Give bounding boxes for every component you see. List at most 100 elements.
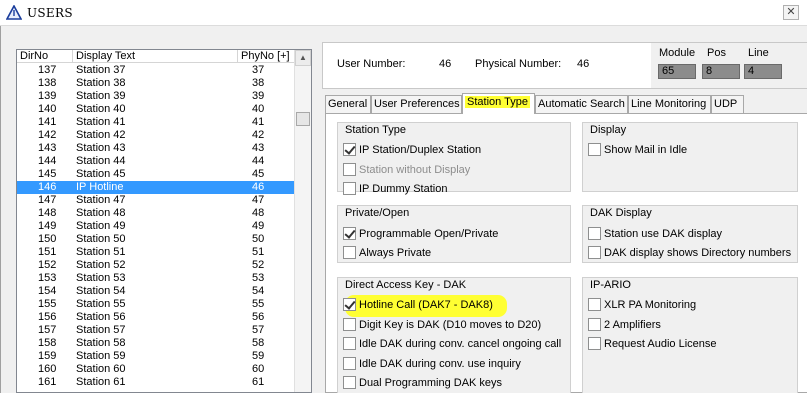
cell-display-text: Station 59 bbox=[76, 350, 126, 362]
column-header-display-text[interactable]: Display Text bbox=[73, 50, 238, 63]
close-icon[interactable]: ✕ bbox=[783, 5, 799, 20]
checkbox[interactable] bbox=[588, 298, 601, 311]
cell-dirno: 141 bbox=[38, 116, 57, 128]
option-ip-station-duplex[interactable]: IP Station/Duplex Station bbox=[343, 143, 481, 157]
checkbox[interactable] bbox=[588, 318, 601, 331]
cell-phyno: 37 bbox=[252, 64, 265, 76]
physical-number-value: 46 bbox=[577, 58, 590, 70]
option-request-audio-license[interactable]: Request Audio License bbox=[588, 337, 717, 351]
table-row[interactable]: 143 Station 43 43 bbox=[17, 142, 295, 155]
table-row[interactable]: 154 Station 54 54 bbox=[17, 285, 295, 298]
cell-phyno: 52 bbox=[252, 259, 265, 271]
table-row[interactable]: 138 Station 38 38 bbox=[17, 77, 295, 90]
tab-line-monitoring[interactable]: Line Monitoring bbox=[628, 95, 711, 113]
option-dual-programming-dak[interactable]: Dual Programming DAK keys bbox=[343, 376, 502, 390]
table-row[interactable]: 151 Station 51 51 bbox=[17, 246, 295, 259]
user-number-value: 46 bbox=[439, 58, 452, 70]
option-hotline-call[interactable]: Hotline Call (DAK7 - DAK8) bbox=[343, 295, 507, 317]
line-label: Line bbox=[748, 47, 769, 59]
cell-display-text: Station 51 bbox=[76, 246, 126, 258]
column-header-phyno[interactable]: PhyNo [+] bbox=[238, 50, 295, 63]
cell-dirno: 143 bbox=[38, 142, 57, 154]
table-row[interactable]: 157 Station 57 57 bbox=[17, 324, 295, 337]
scroll-up-icon[interactable]: ▲ bbox=[295, 50, 311, 66]
checkbox[interactable] bbox=[343, 246, 356, 259]
users-list[interactable]: DirNo Display Text PhyNo [+] 137 Station … bbox=[16, 49, 312, 393]
checkbox[interactable] bbox=[343, 227, 356, 240]
checkbox[interactable] bbox=[343, 357, 356, 370]
option-station-use-dak-display[interactable]: Station use DAK display bbox=[588, 227, 722, 241]
table-row[interactable]: 141 Station 41 41 bbox=[17, 116, 295, 129]
station-type-panel: Station Type IP Station/Duplex Station S… bbox=[325, 113, 807, 393]
option-always-private[interactable]: Always Private bbox=[343, 246, 431, 260]
table-row[interactable]: 156 Station 56 56 bbox=[17, 311, 295, 324]
table-row[interactable]: 147 Station 47 47 bbox=[17, 194, 295, 207]
cell-phyno: 54 bbox=[252, 285, 265, 297]
table-row[interactable]: 160 Station 60 60 bbox=[17, 363, 295, 376]
option-dak-display-directory-numbers[interactable]: DAK display shows Directory numbers bbox=[588, 246, 791, 260]
cell-dirno: 160 bbox=[38, 363, 57, 375]
cell-display-text: Station 52 bbox=[76, 259, 126, 271]
checkbox[interactable] bbox=[343, 298, 356, 311]
cell-phyno: 61 bbox=[252, 376, 265, 388]
table-row[interactable]: 152 Station 52 52 bbox=[17, 259, 295, 272]
option-idle-dak-inquiry[interactable]: Idle DAK during conv. use inquiry bbox=[343, 357, 521, 371]
cell-dirno: 155 bbox=[38, 298, 57, 310]
group-title: Station Type bbox=[345, 124, 406, 136]
option-label: Station use DAK display bbox=[604, 228, 723, 240]
scroll-thumb[interactable] bbox=[296, 112, 310, 126]
table-row[interactable]: 148 Station 48 48 bbox=[17, 207, 295, 220]
table-row[interactable]: 137 Station 37 37 bbox=[17, 64, 295, 77]
group-station-type: Station Type IP Station/Duplex Station S… bbox=[337, 122, 571, 195]
option-label: Idle DAK during conv. cancel ongoing cal… bbox=[359, 338, 562, 350]
table-row[interactable]: 140 Station 40 40 bbox=[17, 103, 295, 116]
table-row[interactable]: 139 Station 39 39 bbox=[17, 90, 295, 103]
option-label: IP Dummy Station bbox=[359, 183, 448, 195]
table-row[interactable]: 155 Station 55 55 bbox=[17, 298, 295, 311]
table-row[interactable]: 144 Station 44 44 bbox=[17, 155, 295, 168]
table-row[interactable]: 145 Station 45 45 bbox=[17, 168, 295, 181]
cell-display-text: Station 38 bbox=[76, 77, 126, 89]
checkbox[interactable] bbox=[588, 246, 601, 259]
module-position-group: Module Pos Line 65 8 4 bbox=[651, 43, 807, 88]
tab-udp[interactable]: UDP bbox=[711, 95, 744, 113]
checkbox[interactable] bbox=[343, 143, 356, 156]
cell-display-text: Station 48 bbox=[76, 207, 126, 219]
cell-dirno: 156 bbox=[38, 311, 57, 323]
tab-station-type[interactable]: Station Type bbox=[462, 93, 535, 114]
table-row[interactable]: 159 Station 59 59 bbox=[17, 350, 295, 363]
checkbox[interactable] bbox=[588, 143, 601, 156]
checkbox bbox=[343, 163, 356, 176]
option-2-amplifiers[interactable]: 2 Amplifiers bbox=[588, 318, 661, 332]
option-digit-key-is-dak[interactable]: Digit Key is DAK (D10 moves to D20) bbox=[343, 318, 541, 332]
checkbox[interactable] bbox=[343, 337, 356, 350]
tab-general[interactable]: General bbox=[325, 95, 371, 113]
cell-display-text: Station 54 bbox=[76, 285, 126, 297]
table-row[interactable]: 146 IP Hotline 46 bbox=[17, 181, 295, 194]
table-row[interactable]: 150 Station 50 50 bbox=[17, 233, 295, 246]
cell-phyno: 55 bbox=[252, 298, 265, 310]
window-client: DirNo Display Text PhyNo [+] 137 Station … bbox=[0, 26, 807, 393]
table-row[interactable]: 149 Station 49 49 bbox=[17, 220, 295, 233]
checkbox[interactable] bbox=[343, 318, 356, 331]
option-idle-dak-cancel-call[interactable]: Idle DAK during conv. cancel ongoing cal… bbox=[343, 337, 561, 351]
list-scrollbar[interactable]: ▲ bbox=[294, 50, 311, 392]
option-programmable-open-private[interactable]: Programmable Open/Private bbox=[343, 227, 498, 241]
table-row[interactable]: 153 Station 53 53 bbox=[17, 272, 295, 285]
checkbox[interactable] bbox=[588, 337, 601, 350]
table-row[interactable]: 161 Station 61 61 bbox=[17, 376, 295, 389]
group-title: DAK Display bbox=[590, 207, 652, 219]
option-show-mail-in-idle[interactable]: Show Mail in Idle bbox=[588, 143, 687, 157]
tab-user-preferences[interactable]: User Preferences bbox=[371, 95, 462, 113]
checkbox[interactable] bbox=[588, 227, 601, 240]
cell-display-text: Station 53 bbox=[76, 272, 126, 284]
table-row[interactable]: 158 Station 58 58 bbox=[17, 337, 295, 350]
option-ip-dummy-station[interactable]: IP Dummy Station bbox=[343, 182, 447, 196]
table-row[interactable]: 142 Station 42 42 bbox=[17, 129, 295, 142]
cell-dirno: 149 bbox=[38, 220, 57, 232]
option-xlr-pa-monitoring[interactable]: XLR PA Monitoring bbox=[588, 298, 696, 312]
checkbox[interactable] bbox=[343, 376, 356, 389]
tab-automatic-search[interactable]: Automatic Search bbox=[535, 95, 628, 113]
column-header-dirno[interactable]: DirNo bbox=[17, 50, 73, 63]
checkbox[interactable] bbox=[343, 182, 356, 195]
